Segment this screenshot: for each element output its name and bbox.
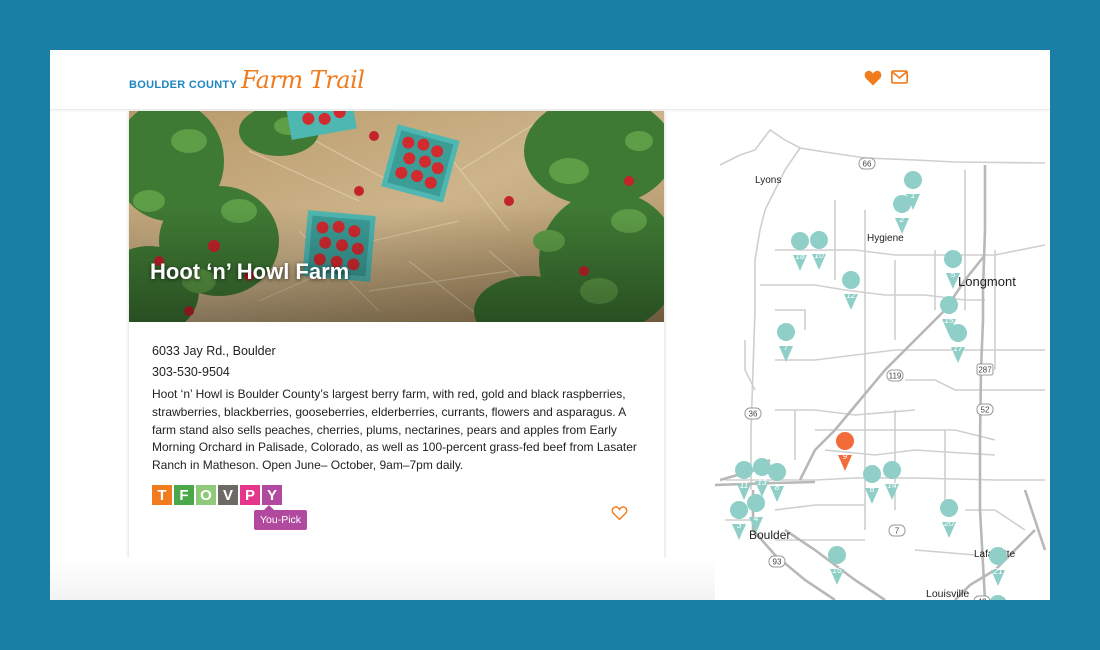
svg-text:11: 11 xyxy=(740,480,749,490)
badge-v[interactable]: V xyxy=(218,485,238,505)
badge-t[interactable]: T xyxy=(152,485,172,505)
map-marker-2[interactable]: 2 xyxy=(893,195,912,234)
farm-trail-map[interactable]: 66 119 287 36 52 7 93 42 Lyons Hygiene L… xyxy=(714,110,1050,601)
heart-outline-icon[interactable] xyxy=(611,505,628,521)
svg-text:6: 6 xyxy=(870,484,875,494)
content-bottom-fade xyxy=(50,558,715,600)
farm-detail-card: Hoot ‘n’ Howl Farm 6033 Jay Rd., Boulder… xyxy=(129,111,664,558)
heart-icon[interactable] xyxy=(864,69,882,87)
svg-text:16: 16 xyxy=(832,565,842,575)
svg-text:8: 8 xyxy=(775,482,780,492)
svg-text:7: 7 xyxy=(784,342,789,352)
svg-text:4: 4 xyxy=(754,513,759,523)
badge-o[interactable]: O xyxy=(196,485,216,505)
svg-text:3: 3 xyxy=(737,520,742,530)
svg-text:20: 20 xyxy=(943,518,954,528)
svg-text:15: 15 xyxy=(944,315,954,325)
town-longmont: Longmont xyxy=(958,274,1016,289)
svg-text:12: 12 xyxy=(846,290,856,300)
map-marker-7[interactable]: 7 xyxy=(777,323,796,362)
farm-description: Hoot ‘n’ Howl is Boulder County’s larges… xyxy=(152,387,637,473)
map-marker-21[interactable]: 21 xyxy=(989,547,1008,586)
svg-text:9: 9 xyxy=(843,451,848,461)
map-marker-17[interactable]: 17 xyxy=(949,324,968,363)
farm-hero-image: Hoot ‘n’ Howl Farm xyxy=(129,111,664,322)
map-marker-20[interactable]: 20 xyxy=(940,499,959,538)
highway-119-label: 119 xyxy=(889,372,902,381)
top-navigation-bar: BOULDER COUNTY Farm Trail xyxy=(50,50,1050,110)
you-pick-tooltip: You-Pick xyxy=(254,505,308,530)
mail-icon[interactable] xyxy=(891,70,908,84)
highway-287-label: 287 xyxy=(978,366,992,375)
highway-52-label: 52 xyxy=(981,406,990,415)
town-lyons: Lyons xyxy=(755,175,781,186)
strawberry-field-image xyxy=(129,111,664,322)
svg-text:10: 10 xyxy=(814,250,824,260)
town-hygiene: Hygiene xyxy=(867,233,904,244)
svg-text:14: 14 xyxy=(887,480,897,490)
farm-feature-badges: T F O V P Y xyxy=(152,485,282,505)
svg-text:21: 21 xyxy=(992,566,1003,576)
map-marker-19[interactable]: 19 xyxy=(989,595,1007,600)
site-logo[interactable]: BOULDER COUNTY Farm Trail xyxy=(129,66,365,94)
highway-42-label: 42 xyxy=(978,598,987,601)
highway-93-label: 93 xyxy=(773,558,782,567)
highway-36-label: 36 xyxy=(749,410,758,419)
badge-y[interactable]: Y xyxy=(262,485,282,505)
logo-trail-text: Farm Trail xyxy=(241,66,365,94)
logo-county-text: BOULDER COUNTY xyxy=(129,79,238,91)
town-louisville: Louisville xyxy=(926,588,969,600)
badge-f[interactable]: F xyxy=(174,485,194,505)
svg-text:18: 18 xyxy=(795,251,805,261)
map-marker-13[interactable]: 13 xyxy=(753,458,772,497)
farm-phone[interactable]: 303-530-9504 xyxy=(152,365,230,379)
farm-address: 6033 Jay Rd., Boulder xyxy=(152,344,276,358)
highway-66-label: 66 xyxy=(863,160,872,169)
svg-text:2: 2 xyxy=(899,214,905,224)
map-marker-18[interactable]: 18 xyxy=(791,232,810,271)
svg-text:13: 13 xyxy=(757,477,767,487)
map-marker-16[interactable]: 16 xyxy=(828,546,847,585)
map-marker-14[interactable]: 14 xyxy=(883,461,902,500)
svg-text:17: 17 xyxy=(953,343,963,353)
app-frame: BOULDER COUNTY Farm Trail Hoot ‘n’ Howl … xyxy=(50,50,1050,600)
svg-text:5: 5 xyxy=(951,269,956,279)
svg-text:1: 1 xyxy=(911,190,916,200)
highway-7-label: 7 xyxy=(895,527,900,536)
farm-name-title: Hoot ‘n’ Howl Farm xyxy=(150,259,350,284)
badge-p[interactable]: P xyxy=(240,485,260,505)
